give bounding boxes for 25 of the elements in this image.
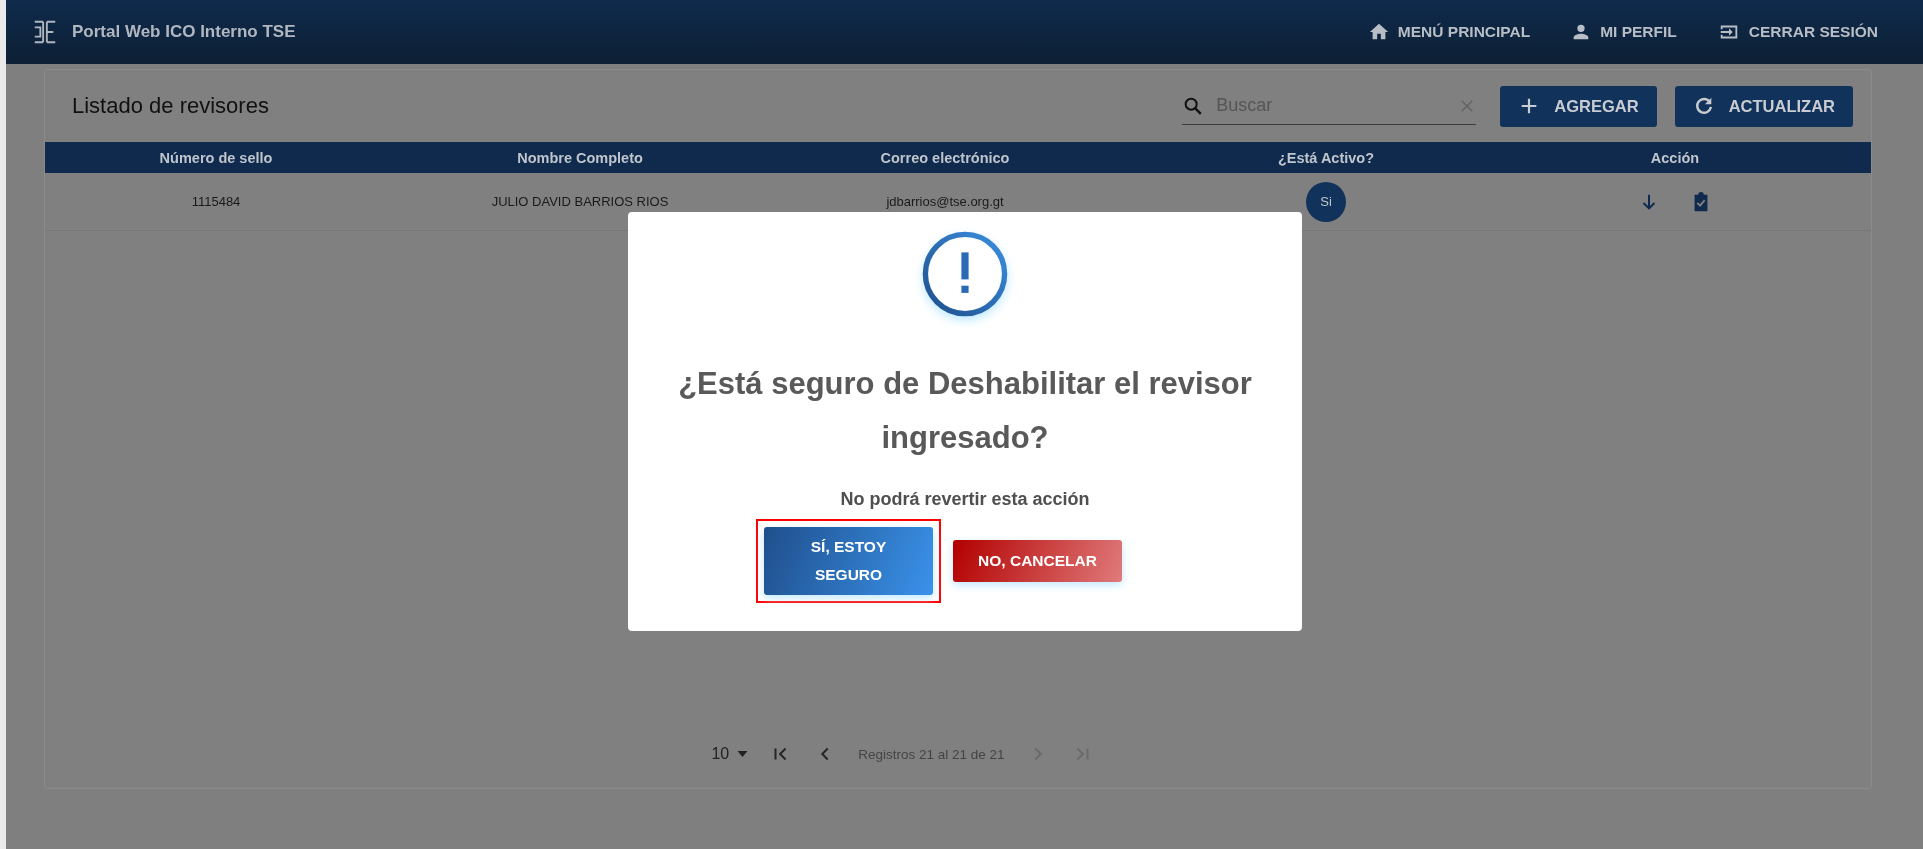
dialog-title: ¿Está seguro de Deshabilitar el revisor ingresado?: [677, 365, 1253, 457]
column-header: Nombre Completo: [516, 149, 644, 166]
dialog-message: No podrá revertir esta acción: [840, 489, 1090, 510]
warning-icon: [920, 229, 1010, 319]
column-header: Correo electrónico: [879, 149, 1011, 166]
cancel-button[interactable]: NO, CANCELAR: [953, 540, 1122, 582]
dropdown-caret-icon: [737, 751, 749, 757]
nav-link[interactable]: MI PERFIL: [1570, 21, 1677, 43]
table-cell-text: jdbarrios@tse.org.gt: [885, 194, 1005, 209]
toolbar-button[interactable]: ACTUALIZAR: [1674, 85, 1853, 127]
table-cell-text: 1115484: [190, 194, 242, 209]
column-header: Número de sello: [158, 149, 274, 166]
logo-icon: [32, 18, 58, 46]
page-range: Registros 21 al 21 de 21: [858, 746, 1005, 762]
app-title: Portal Web ICO Interno TSE: [72, 22, 296, 42]
column-header: Acción: [1649, 149, 1701, 166]
confirm-button[interactable]: SÍ, ESTOY SEGURO: [764, 527, 933, 595]
table-cell-text: JULIO DAVID BARRIOS RIOS: [490, 194, 670, 209]
nav-link[interactable]: CERRAR SESIÓN: [1716, 21, 1878, 43]
nav-link[interactable]: MENÚ PRINCIPAL: [1367, 21, 1531, 43]
column-header: ¿Está Activo?: [1276, 149, 1376, 166]
toolbar-button[interactable]: AGREGAR: [1500, 85, 1657, 127]
page-size-select[interactable]: 10: [711, 745, 749, 763]
status-badge: Si: [1306, 181, 1346, 222]
card-title: Listado de revisores: [72, 93, 269, 119]
